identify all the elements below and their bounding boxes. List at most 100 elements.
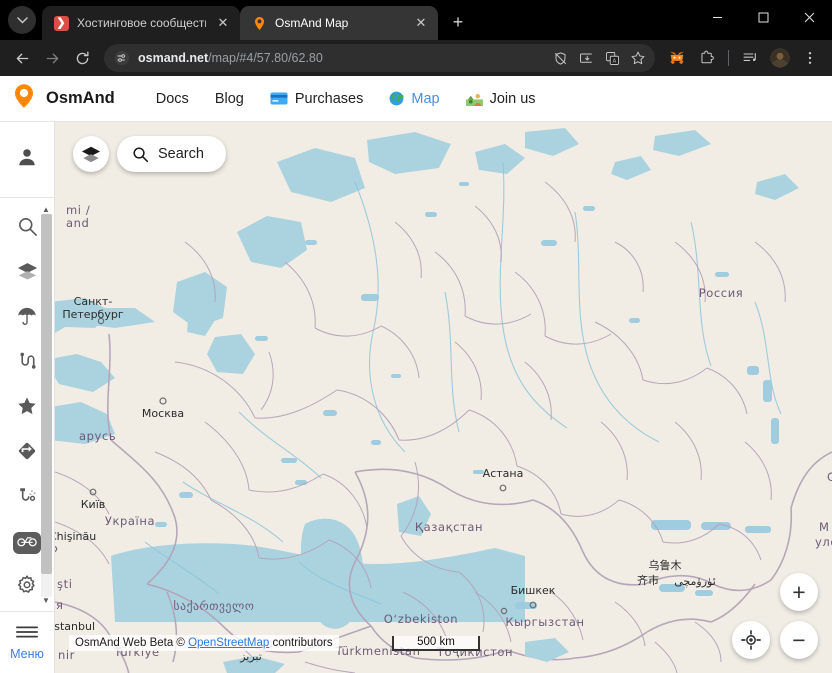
map-label-country: and bbox=[66, 216, 89, 230]
maximize-button[interactable] bbox=[740, 0, 786, 34]
hamburger-icon bbox=[15, 624, 39, 645]
plan-route-icon bbox=[16, 485, 39, 513]
close-icon[interactable]: ✕ bbox=[412, 14, 430, 32]
map-label-country: С bbox=[827, 470, 832, 484]
map-canvas[interactable]: mi / and Россия арусь Україна Қазақстан … bbox=[55, 122, 832, 673]
sidebar-scroll-area[interactable]: ▲ ▼ bbox=[0, 198, 54, 611]
osmand-sidebar: ▲ ▼ Меню bbox=[0, 122, 55, 673]
sidebar-profile-button[interactable] bbox=[0, 122, 54, 198]
tab-osmand-map[interactable]: OsmAnd Map ✕ bbox=[240, 6, 438, 40]
gear-icon bbox=[16, 574, 38, 601]
zoom-in-button[interactable]: + bbox=[780, 573, 818, 611]
map-label-country: уло bbox=[815, 535, 832, 549]
browser-window: ❯ Хостинговое сообщество «Tim ✕ OsmAnd M… bbox=[0, 0, 832, 673]
nav-link-map[interactable]: Map bbox=[376, 91, 452, 107]
navigation-arrow-icon bbox=[16, 440, 38, 467]
map-label-city: Санкт- bbox=[74, 295, 113, 308]
brand[interactable]: OsmAnd bbox=[12, 83, 115, 114]
scroll-down-arrow-icon[interactable]: ▼ bbox=[42, 597, 50, 605]
map-label-city: Петербург bbox=[62, 308, 123, 321]
map-label-country: mi / bbox=[66, 203, 90, 217]
star-icon bbox=[16, 395, 38, 422]
magnifier-icon bbox=[132, 146, 149, 163]
nav-link-join-us[interactable]: Join us bbox=[453, 91, 549, 107]
map-layers-button[interactable] bbox=[73, 136, 109, 172]
browser-menu-icon[interactable] bbox=[796, 44, 824, 72]
people-icon bbox=[465, 91, 483, 106]
close-icon[interactable]: ✕ bbox=[214, 14, 232, 32]
map-label-city: ئۈرۈمچى bbox=[674, 575, 716, 588]
osmand-site-header: OsmAnd Docs Blog Purchases Map Join us bbox=[0, 76, 832, 122]
map-label-city: Київ bbox=[81, 498, 106, 511]
url-domain: osmand.net bbox=[138, 51, 209, 65]
install-app-icon[interactable] bbox=[575, 47, 597, 69]
map-attribution: OsmAnd Web Beta © OpenStreetMap contribu… bbox=[69, 635, 339, 651]
layers-icon bbox=[16, 260, 39, 288]
zoom-out-button[interactable]: − bbox=[780, 621, 818, 659]
svg-text:A: A bbox=[612, 58, 616, 64]
window-controls bbox=[694, 0, 832, 40]
nav-label: Purchases bbox=[294, 90, 364, 107]
address-bar[interactable]: osmand.net/map/#4/57.80/62.80 A bbox=[104, 44, 655, 72]
map-top-controls: Search bbox=[73, 136, 226, 172]
attribution-prefix: OsmAnd Web Beta © bbox=[75, 637, 185, 649]
magnifier-icon bbox=[17, 216, 38, 242]
metamask-extension-icon[interactable] bbox=[663, 44, 691, 72]
tab-strip: ❯ Хостинговое сообщество «Tim ✕ OsmAnd M… bbox=[0, 0, 832, 40]
track-route-icon bbox=[16, 350, 39, 378]
map-scale-bar: 500 km bbox=[392, 636, 480, 651]
forward-button[interactable] bbox=[38, 44, 66, 72]
map-label-country: Қазақстан bbox=[415, 520, 483, 534]
map-label-city: 乌鲁木 bbox=[649, 558, 682, 572]
map-label-country: М bbox=[819, 520, 830, 534]
map-label-city: Астана bbox=[483, 467, 524, 480]
bookmark-star-icon[interactable] bbox=[627, 47, 649, 69]
reload-button[interactable] bbox=[68, 44, 96, 72]
layers-stack-icon bbox=[81, 144, 101, 164]
nav-link-docs[interactable]: Docs bbox=[143, 91, 202, 107]
scrollbar-track[interactable] bbox=[40, 214, 52, 597]
url-text[interactable]: osmand.net/map/#4/57.80/62.80 bbox=[138, 51, 543, 65]
map-label-country: Oʻzbekiston bbox=[384, 612, 458, 626]
translate-icon[interactable]: A bbox=[601, 47, 623, 69]
my-location-button[interactable] bbox=[732, 621, 770, 659]
map-label-country: арусь bbox=[79, 429, 116, 443]
nav-label: Map bbox=[411, 90, 440, 107]
tracking-protection-off-icon[interactable] bbox=[549, 47, 571, 69]
map-tiles: mi / and Россия арусь Україна Қазақстан … bbox=[55, 122, 832, 673]
map-label-country: şti bbox=[57, 577, 73, 591]
new-tab-button[interactable]: + bbox=[444, 8, 472, 36]
media-controls-icon[interactable] bbox=[736, 44, 764, 72]
page-content: mi / and Россия арусь Україна Қазақстан … bbox=[0, 122, 832, 673]
map-search-label: Search bbox=[158, 146, 204, 162]
sidebar-scrollbar[interactable]: ▲ ▼ bbox=[40, 206, 52, 605]
nav-label: Join us bbox=[489, 90, 536, 107]
omnibox-icons: A bbox=[549, 47, 649, 69]
umbrella-icon bbox=[16, 305, 38, 332]
nav-label: Blog bbox=[214, 90, 244, 107]
extensions-area bbox=[663, 44, 824, 72]
profile-avatar-icon[interactable] bbox=[766, 44, 794, 72]
openstreetmap-link[interactable]: OpenStreetMap bbox=[188, 637, 269, 649]
map-search-button[interactable]: Search bbox=[117, 136, 226, 172]
back-button[interactable] bbox=[8, 44, 36, 72]
osmand-icon bbox=[251, 15, 267, 31]
sidebar-menu-button[interactable]: Меню bbox=[0, 611, 54, 673]
nav-link-blog[interactable]: Blog bbox=[202, 91, 257, 107]
minimize-button[interactable] bbox=[694, 0, 740, 34]
my-location-icon bbox=[741, 630, 761, 650]
tab-title: Хостинговое сообщество «Tim bbox=[77, 16, 206, 30]
tab-habr[interactable]: ❯ Хостинговое сообщество «Tim ✕ bbox=[42, 6, 240, 40]
extensions-puzzle-icon[interactable] bbox=[693, 44, 721, 72]
tune-icon[interactable] bbox=[112, 48, 132, 68]
sidebar-item-cycle-routes[interactable] bbox=[13, 532, 41, 554]
nav-link-purchases[interactable]: Purchases bbox=[257, 91, 377, 107]
map-label-city: 齐市 bbox=[637, 573, 659, 587]
url-path: /map/#4/57.80/62.80 bbox=[208, 51, 323, 65]
tab-search-chevron-down-icon[interactable] bbox=[8, 6, 36, 34]
scrollbar-thumb[interactable] bbox=[40, 214, 52, 575]
brand-name: OsmAnd bbox=[46, 89, 115, 107]
attribution-suffix: contributors bbox=[272, 637, 333, 649]
close-button[interactable] bbox=[786, 0, 832, 34]
scroll-up-arrow-icon[interactable]: ▲ bbox=[42, 206, 50, 214]
